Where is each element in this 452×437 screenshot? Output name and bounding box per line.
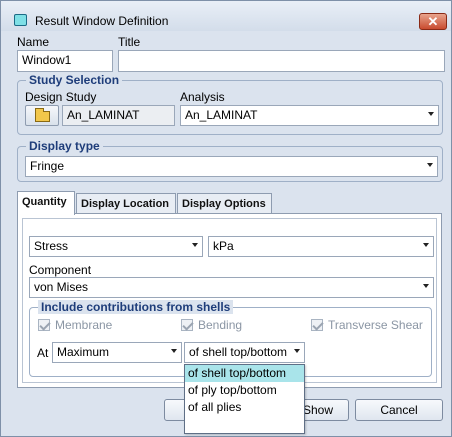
at-select[interactable]: Maximum (52, 342, 182, 363)
dropdown-option-ply[interactable]: of ply top/bottom (185, 382, 304, 399)
chevron-down-icon (423, 284, 429, 288)
study-selection-legend: Study Selection (26, 73, 123, 87)
checkbox-check-icon (181, 319, 193, 331)
analysis-label: Analysis (180, 90, 225, 104)
quantity-value: Stress (34, 239, 69, 253)
location-select[interactable]: of shell top/bottom (184, 342, 305, 363)
design-study-field: An_LAMINAT (62, 105, 175, 126)
dropdown-option-shell[interactable]: of shell top/bottom (185, 365, 304, 382)
close-button[interactable]: ✕ (419, 13, 447, 30)
tab-display-location[interactable]: Display Location (76, 193, 176, 215)
cancel-button[interactable]: Cancel (355, 399, 443, 421)
window-icon (14, 14, 27, 26)
result-window-dialog: Result Window Definition ✕ Name Window1 … (0, 0, 452, 437)
transverse-shear-checkbox[interactable]: Transverse Shear (311, 318, 423, 332)
quantity-select[interactable]: Stress (29, 236, 203, 257)
title-bar: Result Window Definition ✕ (1, 1, 451, 31)
folder-icon (35, 108, 50, 122)
tab-quantity[interactable]: Quantity (17, 191, 75, 215)
name-field[interactable]: Window1 (17, 50, 113, 72)
display-type-select[interactable]: Fringe (25, 156, 438, 177)
display-type-legend: Display type (26, 139, 103, 153)
location-value: of shell top/bottom (189, 345, 288, 359)
analysis-value: An_LAMINAT (185, 108, 258, 122)
chevron-down-icon (423, 243, 429, 247)
membrane-label: Membrane (55, 318, 113, 332)
component-label: Component (29, 263, 92, 277)
unit-value: kPa (213, 239, 234, 253)
name-label: Name (17, 35, 50, 49)
shells-legend: Include contributions from shells (38, 300, 234, 314)
chevron-down-icon (428, 112, 434, 116)
chevron-down-icon (427, 163, 433, 167)
chevron-down-icon (294, 349, 300, 353)
component-select[interactable]: von Mises (29, 277, 434, 298)
chevron-down-icon (171, 349, 177, 353)
checkbox-check-icon (311, 319, 323, 331)
tab-display-options[interactable]: Display Options (177, 193, 272, 215)
at-label: At (37, 346, 49, 360)
chevron-down-icon (192, 243, 198, 247)
component-value: von Mises (34, 280, 89, 294)
bending-checkbox[interactable]: Bending (181, 318, 242, 332)
membrane-checkbox[interactable]: Membrane (38, 318, 112, 332)
checkbox-check-icon (38, 319, 50, 331)
analysis-select[interactable]: An_LAMINAT (180, 105, 439, 126)
title-field[interactable] (118, 50, 445, 72)
design-study-label: Design Study (25, 90, 97, 104)
at-value: Maximum (57, 345, 110, 359)
display-type-value: Fringe (30, 159, 65, 173)
window-title: Result Window Definition (35, 14, 169, 28)
location-dropdown-list: of shell top/bottom of ply top/bottom of… (184, 364, 305, 434)
title-label: Title (118, 35, 141, 49)
open-study-button[interactable] (25, 105, 59, 126)
dropdown-option-all-plies[interactable]: of all plies (185, 399, 304, 416)
bending-label: Bending (198, 318, 243, 332)
unit-select[interactable]: kPa (208, 236, 434, 257)
transverse-shear-label: Transverse Shear (328, 318, 423, 332)
